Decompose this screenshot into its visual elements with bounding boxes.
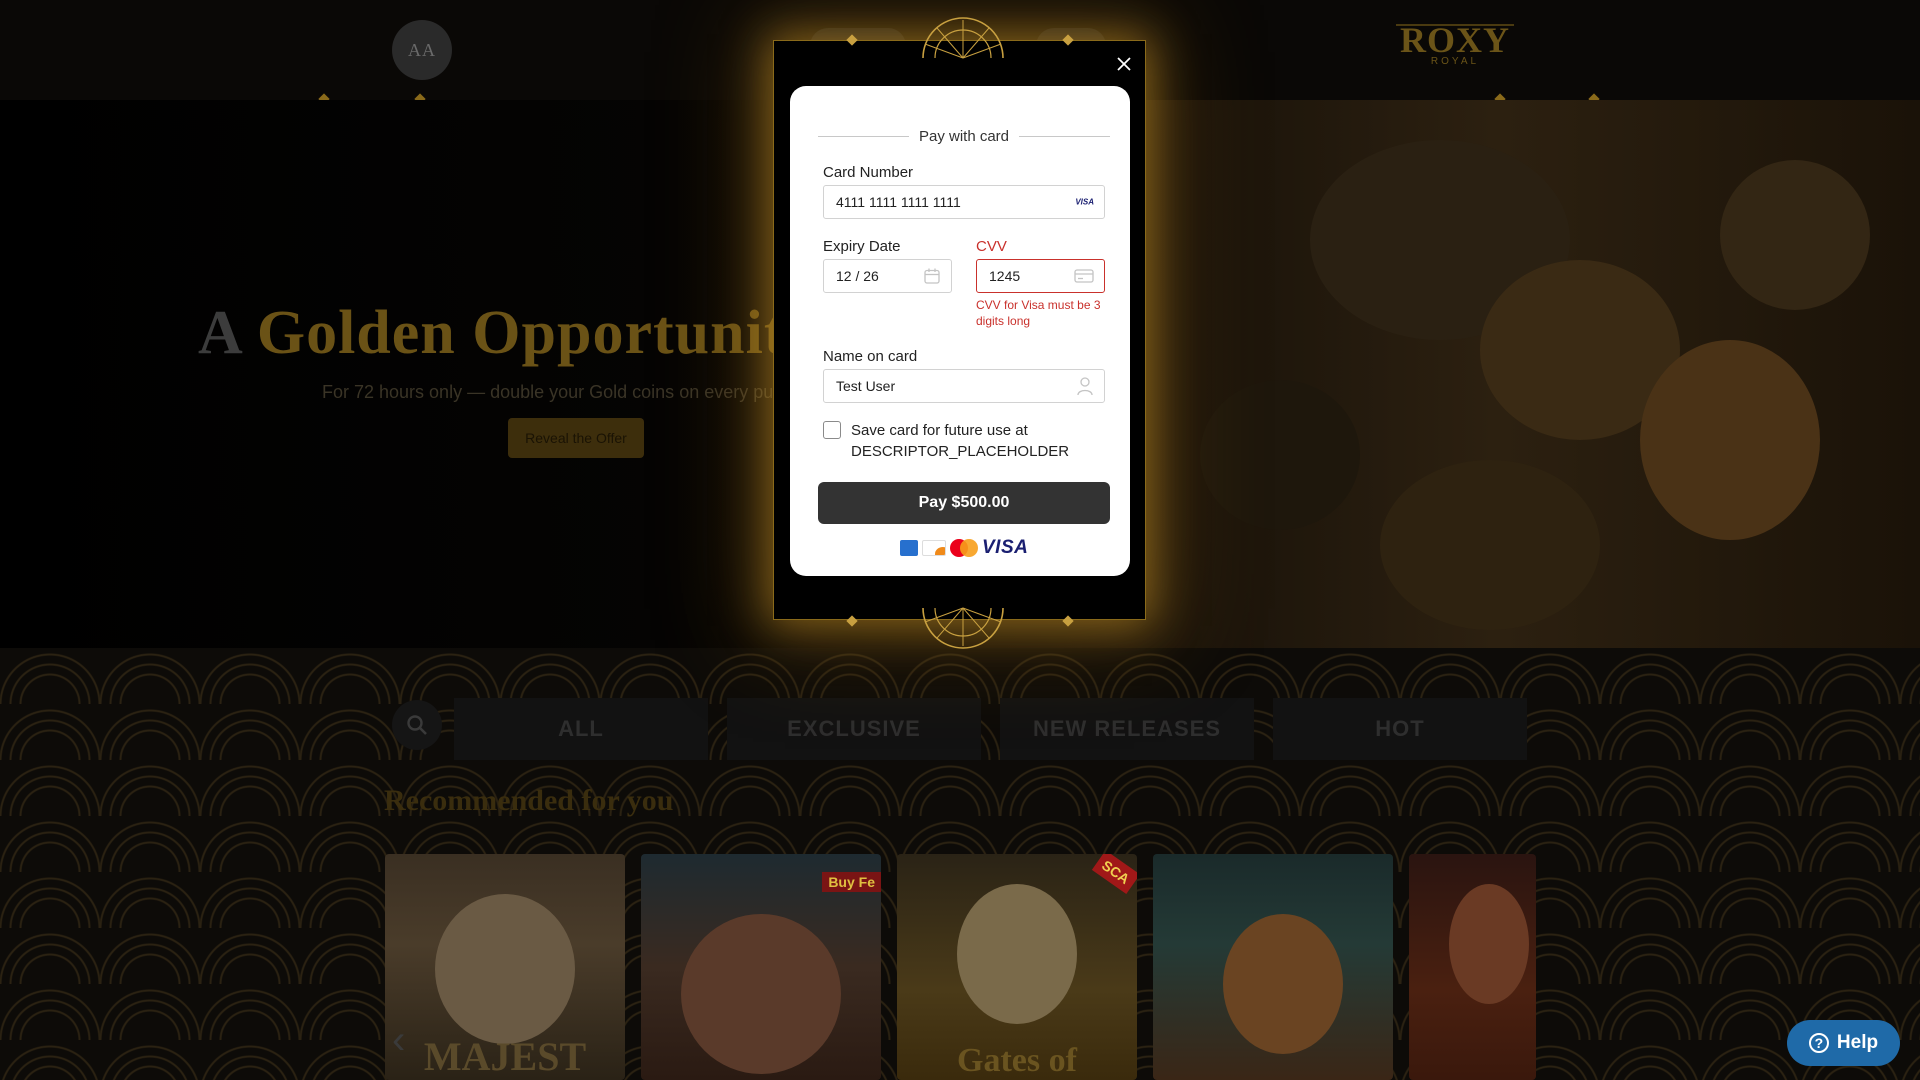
logo-bar bbox=[1396, 24, 1514, 26]
game-card-owl[interactable] bbox=[1153, 854, 1393, 1080]
help-icon: ? bbox=[1808, 1033, 1829, 1053]
accepted-cards: VISA bbox=[900, 537, 1030, 558]
tab-hot[interactable]: HOT bbox=[1273, 698, 1527, 760]
card-art bbox=[957, 884, 1077, 1024]
name-on-card-input[interactable] bbox=[836, 378, 1092, 394]
close-button[interactable] bbox=[1112, 52, 1136, 76]
legend-line bbox=[818, 135, 909, 137]
pay-with-card-legend: Pay with card bbox=[818, 126, 1111, 146]
card-number-input[interactable] bbox=[836, 194, 1092, 210]
card-art bbox=[435, 894, 575, 1044]
help-button[interactable]: ? Help bbox=[1787, 1020, 1900, 1066]
amex-icon bbox=[900, 540, 918, 556]
tab-all[interactable]: ALL bbox=[454, 698, 708, 760]
card-art bbox=[1223, 914, 1343, 1054]
legend-line bbox=[1019, 135, 1111, 137]
help-label: Help bbox=[1836, 1032, 1879, 1053]
card-title: Gates of bbox=[957, 1042, 1077, 1079]
hero-title-first: A bbox=[198, 299, 241, 367]
modal-fan-ornament bbox=[922, 17, 1004, 59]
card-badge: Buy Fe bbox=[822, 872, 881, 892]
tab-exclusive[interactable]: EXCLUSIVE bbox=[727, 698, 981, 760]
reveal-offer-button[interactable]: Reveal the Offer bbox=[508, 418, 644, 458]
visa-logo: VISA bbox=[982, 537, 1029, 558]
cvv-label: CVV bbox=[976, 238, 1007, 255]
card-badge: SCA bbox=[1092, 854, 1137, 894]
search-icon bbox=[407, 715, 427, 735]
cvv-error-message: CVV for Visa must be 3 digits long bbox=[976, 298, 1101, 328]
game-card-warrior[interactable]: Buy Fe bbox=[641, 854, 881, 1080]
mastercard-icon bbox=[950, 539, 978, 557]
expiry-date-label: Expiry Date bbox=[823, 238, 901, 255]
hero-subtitle: For 72 hours only — double your Gold coi… bbox=[322, 382, 774, 402]
pay-button[interactable]: Pay $500.00 bbox=[818, 482, 1110, 524]
card-number-label: Card Number bbox=[823, 164, 914, 181]
credit-card-icon bbox=[1074, 269, 1094, 283]
site-logo[interactable]: ROXY ROYAL bbox=[1390, 18, 1520, 78]
hero-decor bbox=[1720, 160, 1870, 310]
hero-decor bbox=[1380, 460, 1600, 630]
calendar-icon bbox=[924, 268, 940, 284]
casino-page: AA ROXY ROYAL A Golden Opportunity For 7… bbox=[0, 0, 1920, 1080]
tab-new-releases[interactable]: NEW RELEASES bbox=[1000, 698, 1254, 760]
card-art bbox=[1449, 884, 1529, 1004]
save-card-checkbox[interactable] bbox=[823, 421, 841, 439]
name-on-card-field[interactable] bbox=[823, 369, 1105, 403]
search-button[interactable] bbox=[392, 700, 442, 750]
card-art bbox=[681, 914, 841, 1074]
modal-fan-ornament bbox=[922, 607, 1004, 649]
hero-title: A Golden Opportunity bbox=[198, 298, 817, 369]
name-on-card-label: Name on card bbox=[823, 348, 918, 365]
avatar[interactable]: AA bbox=[392, 20, 452, 80]
hero-decor bbox=[1200, 380, 1360, 530]
discover-icon bbox=[922, 540, 946, 556]
visa-icon: VISA bbox=[1075, 197, 1094, 207]
card-number-field[interactable]: VISA bbox=[823, 185, 1105, 219]
save-card-label: Save card for future use at DESCRIPTOR_P… bbox=[851, 422, 1070, 460]
carousel-prev-arrow[interactable]: ‹ bbox=[392, 1020, 422, 1060]
user-icon bbox=[1077, 377, 1093, 396]
expiry-date-field[interactable] bbox=[823, 259, 952, 293]
cvv-field[interactable] bbox=[976, 259, 1105, 293]
recommended-title: Recommended for you bbox=[384, 784, 674, 817]
legend-text: Pay with card bbox=[918, 127, 1010, 145]
game-card-zeus[interactable]: SCA Gates of bbox=[897, 854, 1137, 1080]
hero-title-rest: Golden Opportunity bbox=[256, 299, 818, 367]
close-icon bbox=[1117, 57, 1131, 71]
hero-decor bbox=[1640, 340, 1820, 540]
game-card-lady[interactable] bbox=[1409, 854, 1536, 1080]
